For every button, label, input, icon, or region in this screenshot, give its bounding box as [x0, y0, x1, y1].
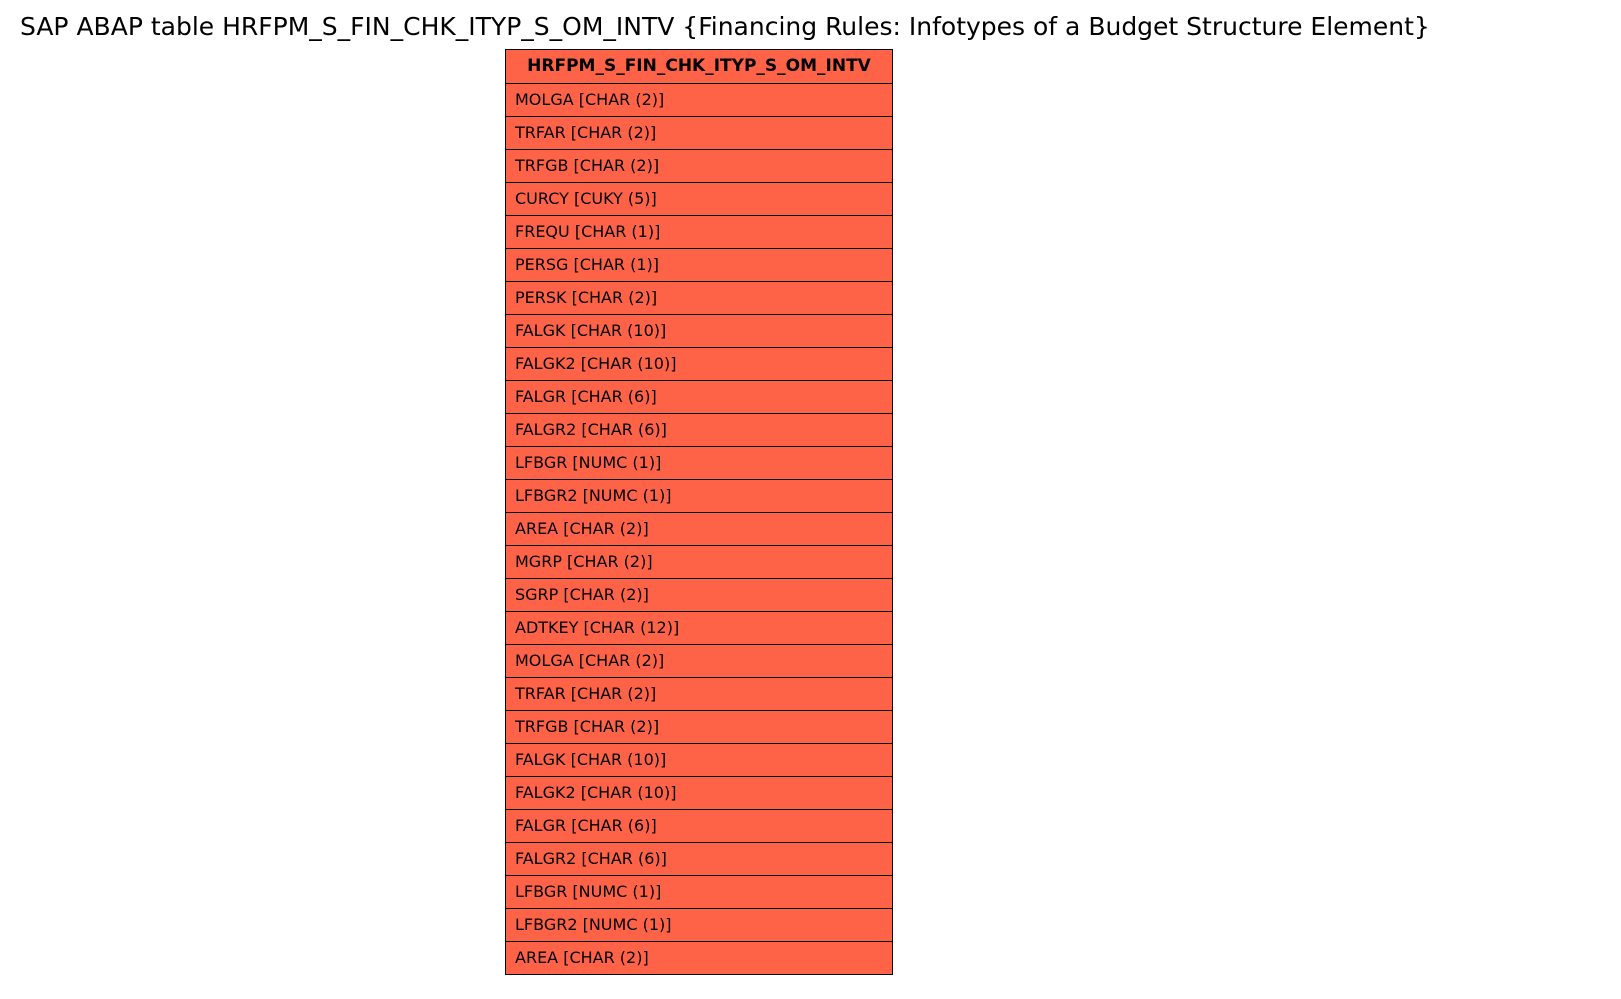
structure-table: HRFPM_S_FIN_CHK_ITYP_S_OM_INTV MOLGA [CH…: [505, 49, 893, 975]
field-row: FALGK [CHAR (10)]: [506, 744, 892, 777]
page-title: SAP ABAP table HRFPM_S_FIN_CHK_ITYP_S_OM…: [20, 12, 1430, 41]
field-row: FALGR2 [CHAR (6)]: [506, 843, 892, 876]
field-row: MOLGA [CHAR (2)]: [506, 645, 892, 678]
field-row: PERSG [CHAR (1)]: [506, 249, 892, 282]
field-row: MGRP [CHAR (2)]: [506, 546, 892, 579]
field-row: TRFGB [CHAR (2)]: [506, 711, 892, 744]
field-row: FALGK [CHAR (10)]: [506, 315, 892, 348]
field-row: MOLGA [CHAR (2)]: [506, 84, 892, 117]
table-header-cell: HRFPM_S_FIN_CHK_ITYP_S_OM_INTV: [506, 50, 892, 84]
title-description: {Financing Rules: Infotypes of a Budget …: [674, 12, 1430, 41]
field-row: AREA [CHAR (2)]: [506, 942, 892, 974]
field-row: CURCY [CUKY (5)]: [506, 183, 892, 216]
field-row: FALGR [CHAR (6)]: [506, 810, 892, 843]
field-row: FALGK2 [CHAR (10)]: [506, 777, 892, 810]
field-row: LFBGR2 [NUMC (1)]: [506, 480, 892, 513]
field-row: FALGK2 [CHAR (10)]: [506, 348, 892, 381]
field-row: SGRP [CHAR (2)]: [506, 579, 892, 612]
field-row: FALGR [CHAR (6)]: [506, 381, 892, 414]
field-row: LFBGR [NUMC (1)]: [506, 876, 892, 909]
page-root: SAP ABAP table HRFPM_S_FIN_CHK_ITYP_S_OM…: [0, 0, 1621, 999]
field-row: FREQU [CHAR (1)]: [506, 216, 892, 249]
title-prefix: SAP ABAP table: [20, 12, 222, 41]
field-row: FALGR2 [CHAR (6)]: [506, 414, 892, 447]
title-table-name: HRFPM_S_FIN_CHK_ITYP_S_OM_INTV: [222, 12, 674, 41]
field-row: TRFGB [CHAR (2)]: [506, 150, 892, 183]
field-row: LFBGR2 [NUMC (1)]: [506, 909, 892, 942]
field-row: PERSK [CHAR (2)]: [506, 282, 892, 315]
field-row: TRFAR [CHAR (2)]: [506, 117, 892, 150]
field-row: LFBGR [NUMC (1)]: [506, 447, 892, 480]
field-row: TRFAR [CHAR (2)]: [506, 678, 892, 711]
field-row: AREA [CHAR (2)]: [506, 513, 892, 546]
field-row: ADTKEY [CHAR (12)]: [506, 612, 892, 645]
